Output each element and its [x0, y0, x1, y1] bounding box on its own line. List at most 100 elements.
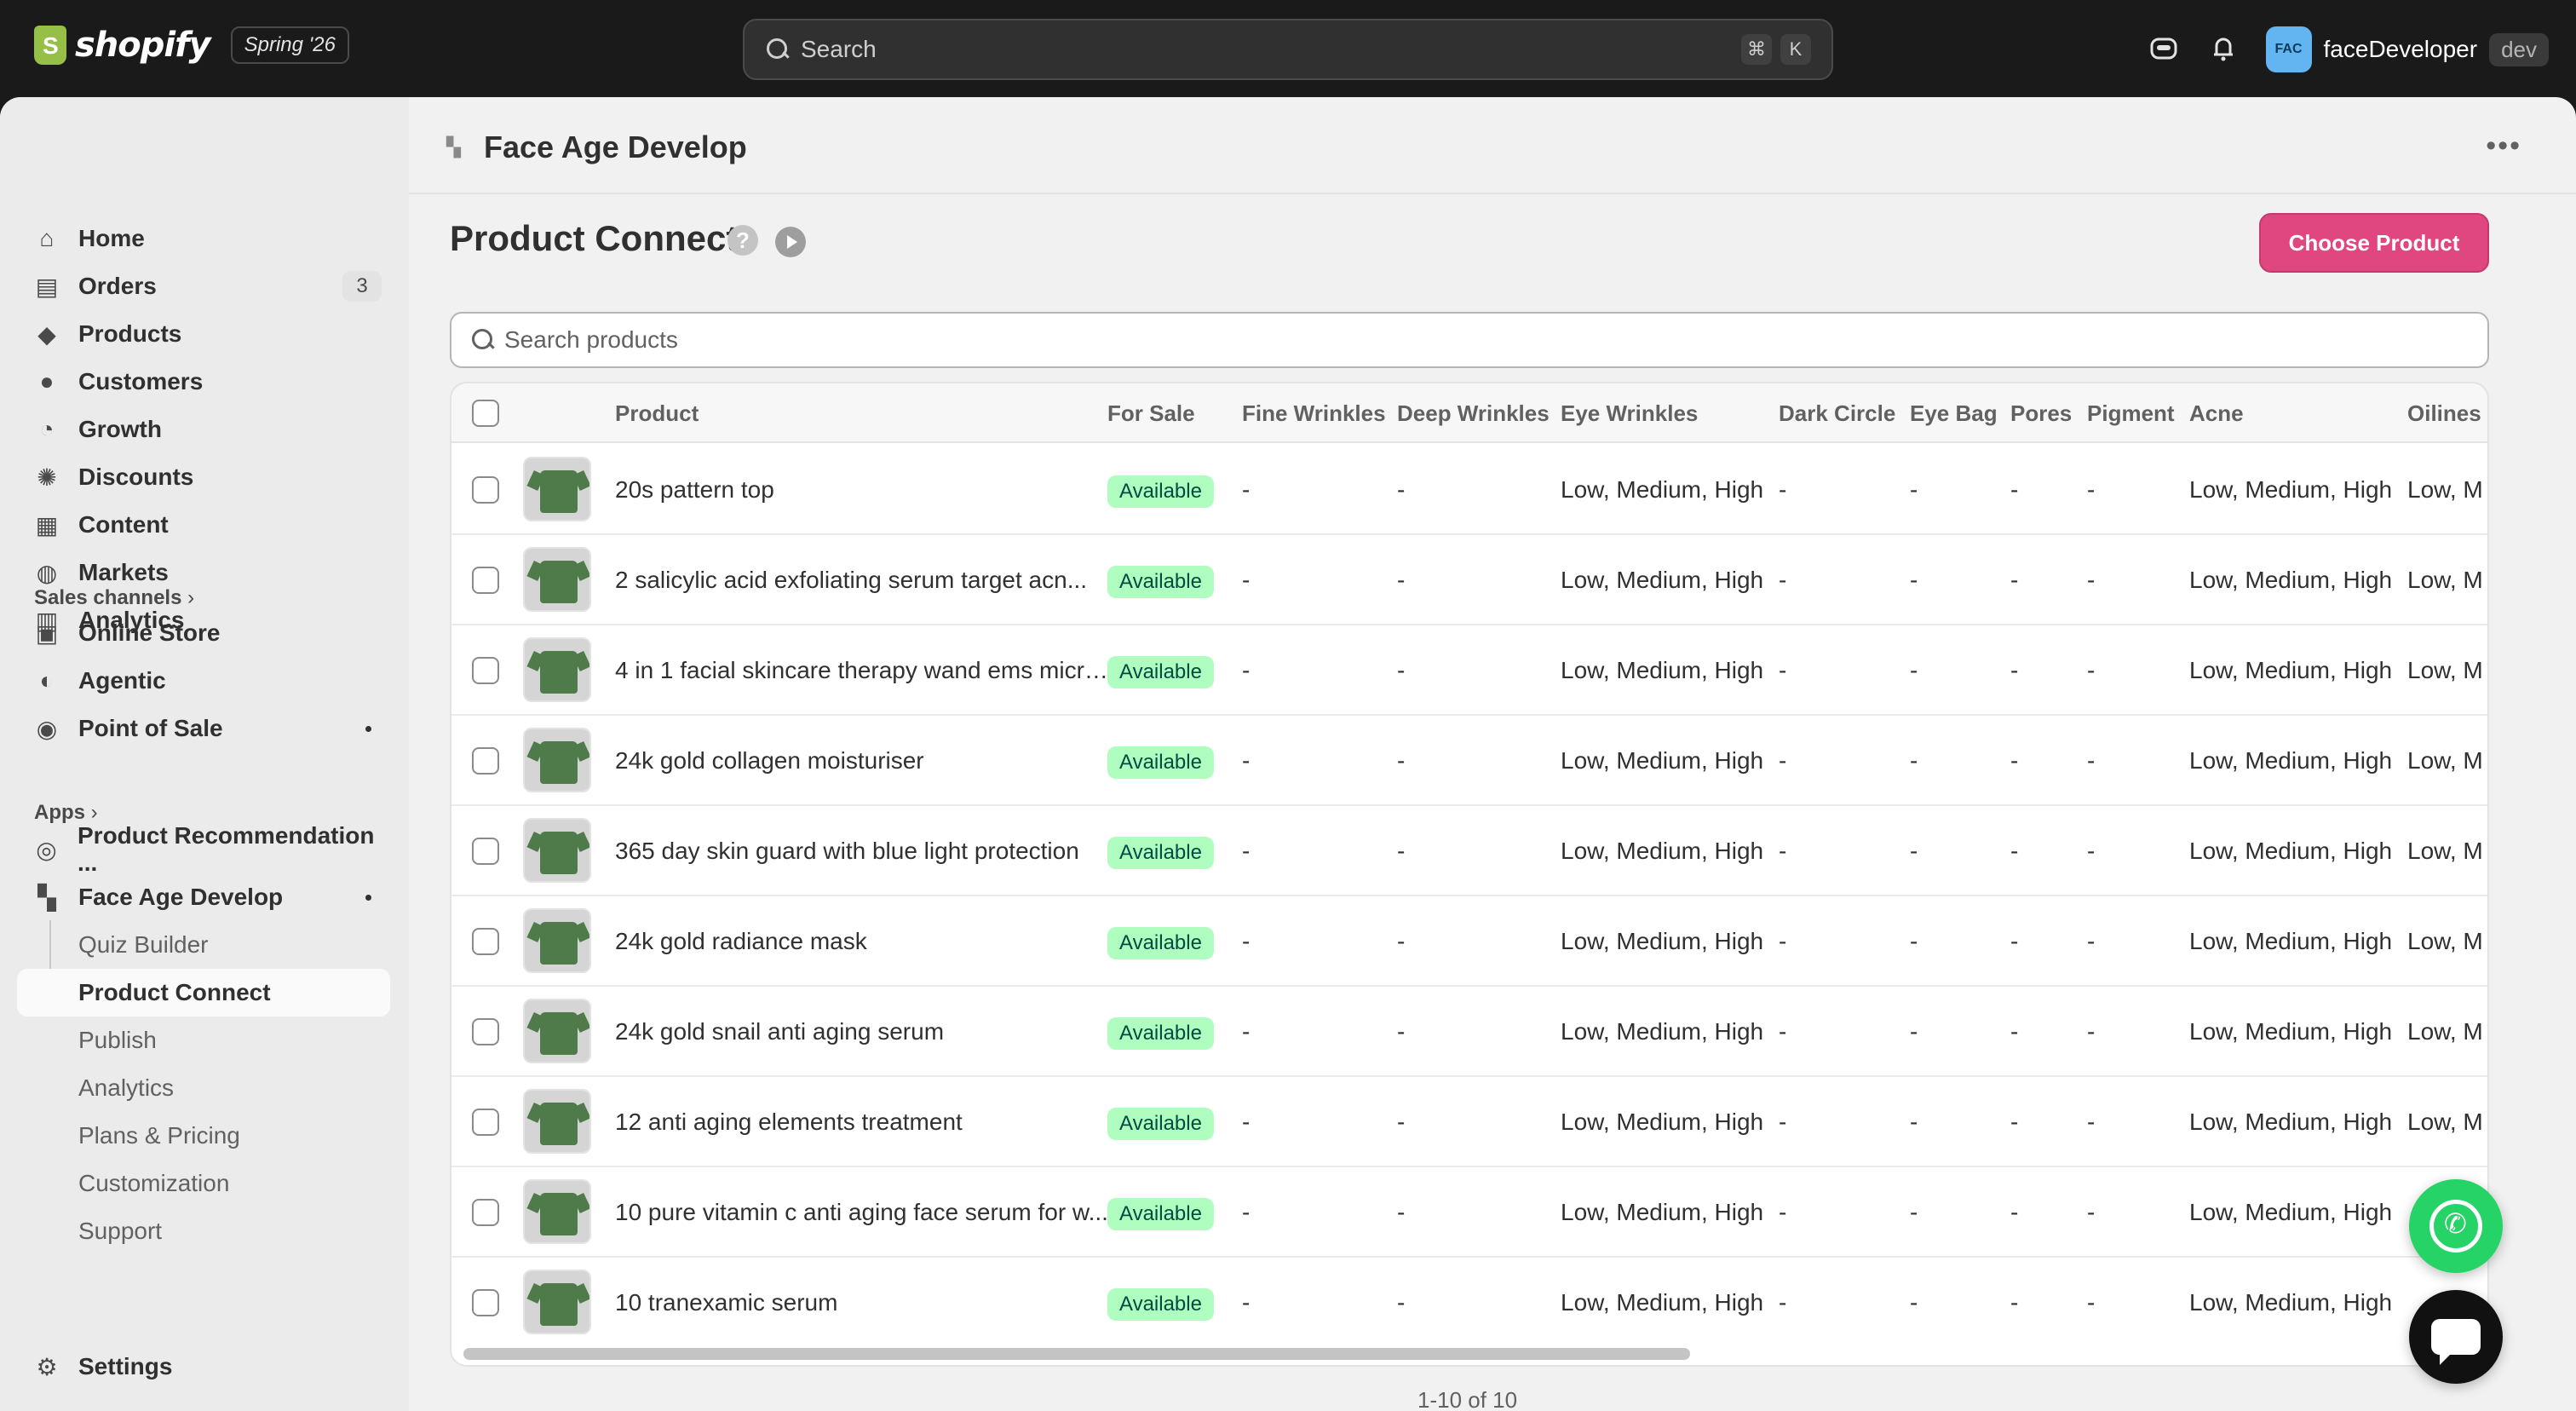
- row-checkbox[interactable]: [472, 838, 499, 865]
- sales-channels-title[interactable]: Sales channels ›: [34, 586, 194, 610]
- more-actions-icon[interactable]: •••: [2486, 130, 2521, 163]
- product-name[interactable]: 24k gold snail anti aging serum: [615, 987, 1109, 1077]
- product-name[interactable]: 24k gold radiance mask: [615, 896, 1109, 987]
- row-checkbox[interactable]: [472, 747, 499, 775]
- status-badge: Available: [1107, 837, 1214, 869]
- app-icon: ◎: [36, 836, 57, 863]
- cell-pores: -: [2010, 567, 2019, 593]
- column-header-product[interactable]: Product: [615, 383, 699, 443]
- table-row[interactable]: 2 salicylic acid exfoliating serum targe…: [451, 535, 2487, 625]
- sales-channels-label: Sales channels: [34, 586, 182, 609]
- column-header-deep-wrinkles[interactable]: Deep Wrinkles: [1397, 383, 1550, 443]
- row-checkbox[interactable]: [472, 1018, 499, 1045]
- help-icon[interactable]: ?: [727, 225, 758, 256]
- status-badge: Available: [1107, 746, 1214, 779]
- table-row[interactable]: 4 in 1 facial skincare therapy wand ems …: [451, 625, 2487, 716]
- cell-eye: Low, Medium, High: [1561, 1018, 1764, 1045]
- play-video-icon[interactable]: [775, 227, 806, 257]
- whatsapp-button[interactable]: [2409, 1179, 2503, 1273]
- table-row[interactable]: 20s pattern top Available - - Low, Medium, H…: [451, 445, 2487, 535]
- column-header-eye-wrinkles[interactable]: Eye Wrinkles: [1561, 383, 1698, 443]
- sidebar-subitem-quiz-builder[interactable]: Quiz Builder: [17, 921, 390, 969]
- row-checkbox[interactable]: [472, 1199, 499, 1226]
- sidebar-item-face-age-develop[interactable]: ▚ Face Age Develop: [17, 873, 390, 921]
- sidebar-subitem-customization[interactable]: Customization: [17, 1160, 390, 1207]
- column-header-pigment[interactable]: Pigment: [2087, 383, 2175, 443]
- column-header-acne[interactable]: Acne: [2189, 383, 2244, 443]
- column-header-oilines[interactable]: Oilines: [2407, 383, 2481, 443]
- choose-product-button[interactable]: Choose Product: [2259, 213, 2489, 273]
- sidebar-subitem-analytics[interactable]: Analytics: [17, 1064, 390, 1112]
- select-all-checkbox[interactable]: [472, 400, 499, 427]
- sidebar-item-customers[interactable]: ● Customers: [17, 358, 390, 406]
- column-header-pores[interactable]: Pores: [2010, 383, 2072, 443]
- table-row[interactable]: 365 day skin guard with blue light prote…: [451, 806, 2487, 896]
- sidebar-item-settings[interactable]: ⚙ Settings: [17, 1343, 390, 1391]
- status-badge: Available: [1107, 927, 1214, 959]
- column-header-fine-wrinkles[interactable]: Fine Wrinkles: [1242, 383, 1386, 443]
- product-name[interactable]: 2 salicylic acid exfoliating serum targe…: [615, 535, 1109, 625]
- cell-pores: -: [2010, 747, 2019, 774]
- product-name[interactable]: 12 anti aging elements treatment: [615, 1077, 1109, 1167]
- sidebar-item-agentic[interactable]: ◐ Agentic: [17, 657, 390, 705]
- cell-pores: -: [2010, 1199, 2019, 1225]
- product-name[interactable]: 365 day skin guard with blue light prote…: [615, 806, 1109, 896]
- globe-icon: ◍: [36, 559, 58, 586]
- cell-oil: Low, M: [2407, 1018, 2483, 1045]
- sidebar-item-home[interactable]: ⌂ Home: [17, 215, 390, 262]
- sidebar-item-growth[interactable]: ◔ Growth: [17, 406, 390, 453]
- cell-pigment: -: [2087, 476, 2096, 503]
- search-placeholder: Search products: [504, 326, 678, 353]
- shopify-logo[interactable]: shopify Spring '26: [34, 26, 349, 65]
- table-row[interactable]: 12 anti aging elements treatment Availabl…: [451, 1077, 2487, 1167]
- cell-pigment: -: [2087, 1018, 2096, 1045]
- cell-acne: Low, Medium, High: [2189, 747, 2393, 774]
- scrollbar-thumb[interactable]: [463, 1348, 1690, 1360]
- sidebar-item-label: Quiz Builder: [78, 931, 209, 958]
- row-checkbox[interactable]: [472, 928, 499, 955]
- status-badge: Available: [1107, 475, 1214, 508]
- sidebar-subitem-product-connect[interactable]: Product Connect: [17, 969, 390, 1016]
- table-row[interactable]: 24k gold collagen moisturiser Available - -…: [451, 716, 2487, 806]
- sidebar-item-online-store[interactable]: ▣ Online Store: [17, 609, 390, 657]
- column-header-for-sale[interactable]: For Sale: [1107, 383, 1195, 443]
- product-name[interactable]: 10 pure vitamin c anti aging face serum …: [615, 1167, 1109, 1258]
- sidebar-item-label: Publish: [78, 1027, 157, 1053]
- product-name[interactable]: 10 tranexamic serum: [615, 1258, 1109, 1348]
- row-checkbox[interactable]: [472, 1109, 499, 1136]
- bell-icon[interactable]: [2206, 32, 2240, 66]
- row-checkbox[interactable]: [472, 476, 499, 504]
- column-header-eye-bag[interactable]: Eye Bag: [1910, 383, 1998, 443]
- sidebar-item-orders[interactable]: ▤ Orders 3: [17, 262, 390, 310]
- product-name[interactable]: 20s pattern top: [615, 445, 1109, 535]
- sidebar-item-discounts[interactable]: ✺ Discounts: [17, 453, 390, 501]
- user-menu[interactable]: FAC faceDeveloper dev: [2265, 26, 2549, 72]
- sidebar-subitem-support[interactable]: Support: [17, 1207, 390, 1255]
- dev-badge: dev: [2489, 32, 2549, 66]
- sidebar-item-products[interactable]: ◆ Products: [17, 310, 390, 358]
- table-row[interactable]: 10 tranexamic serum Available - - Low, Mediu…: [451, 1258, 2487, 1348]
- table-row[interactable]: 24k gold snail anti aging serum Available…: [451, 987, 2487, 1077]
- table-row[interactable]: 10 pure vitamin c anti aging face serum …: [451, 1167, 2487, 1258]
- sidebar-item-label: Support: [78, 1218, 163, 1244]
- chat-button[interactable]: [2409, 1290, 2503, 1384]
- row-checkbox[interactable]: [472, 657, 499, 684]
- row-checkbox[interactable]: [472, 1289, 499, 1316]
- cell-eye: Low, Medium, High: [1561, 928, 1764, 954]
- global-search[interactable]: Search ⌘ K: [743, 19, 1833, 80]
- sidebar-item-content[interactable]: ▦ Content: [17, 501, 390, 549]
- product-search-input[interactable]: Search products: [450, 312, 2489, 368]
- sidebar-subitem-plans-pricing[interactable]: Plans & Pricing: [17, 1112, 390, 1160]
- sidekick-icon[interactable]: [2147, 32, 2181, 66]
- apps-title[interactable]: Apps ›: [34, 801, 98, 825]
- product-name[interactable]: 4 in 1 facial skincare therapy wand ems …: [615, 625, 1109, 716]
- sidebar-subitem-publish[interactable]: Publish: [17, 1016, 390, 1064]
- table-header: Product For Sale Fine Wrinkles Deep Wrinkle…: [451, 383, 2487, 443]
- row-checkbox[interactable]: [472, 567, 499, 594]
- sidebar-item-point-of-sale[interactable]: ◉ Point of Sale: [17, 705, 390, 752]
- cell-dark: -: [1779, 928, 1787, 954]
- table-row[interactable]: 24k gold radiance mask Available - - Low, Me…: [451, 896, 2487, 987]
- product-name[interactable]: 24k gold collagen moisturiser: [615, 716, 1109, 806]
- sidebar-item-product-recommendation[interactable]: ◎ Product Recommendation ...: [17, 822, 390, 876]
- column-header-dark-circle[interactable]: Dark Circle: [1779, 383, 1895, 443]
